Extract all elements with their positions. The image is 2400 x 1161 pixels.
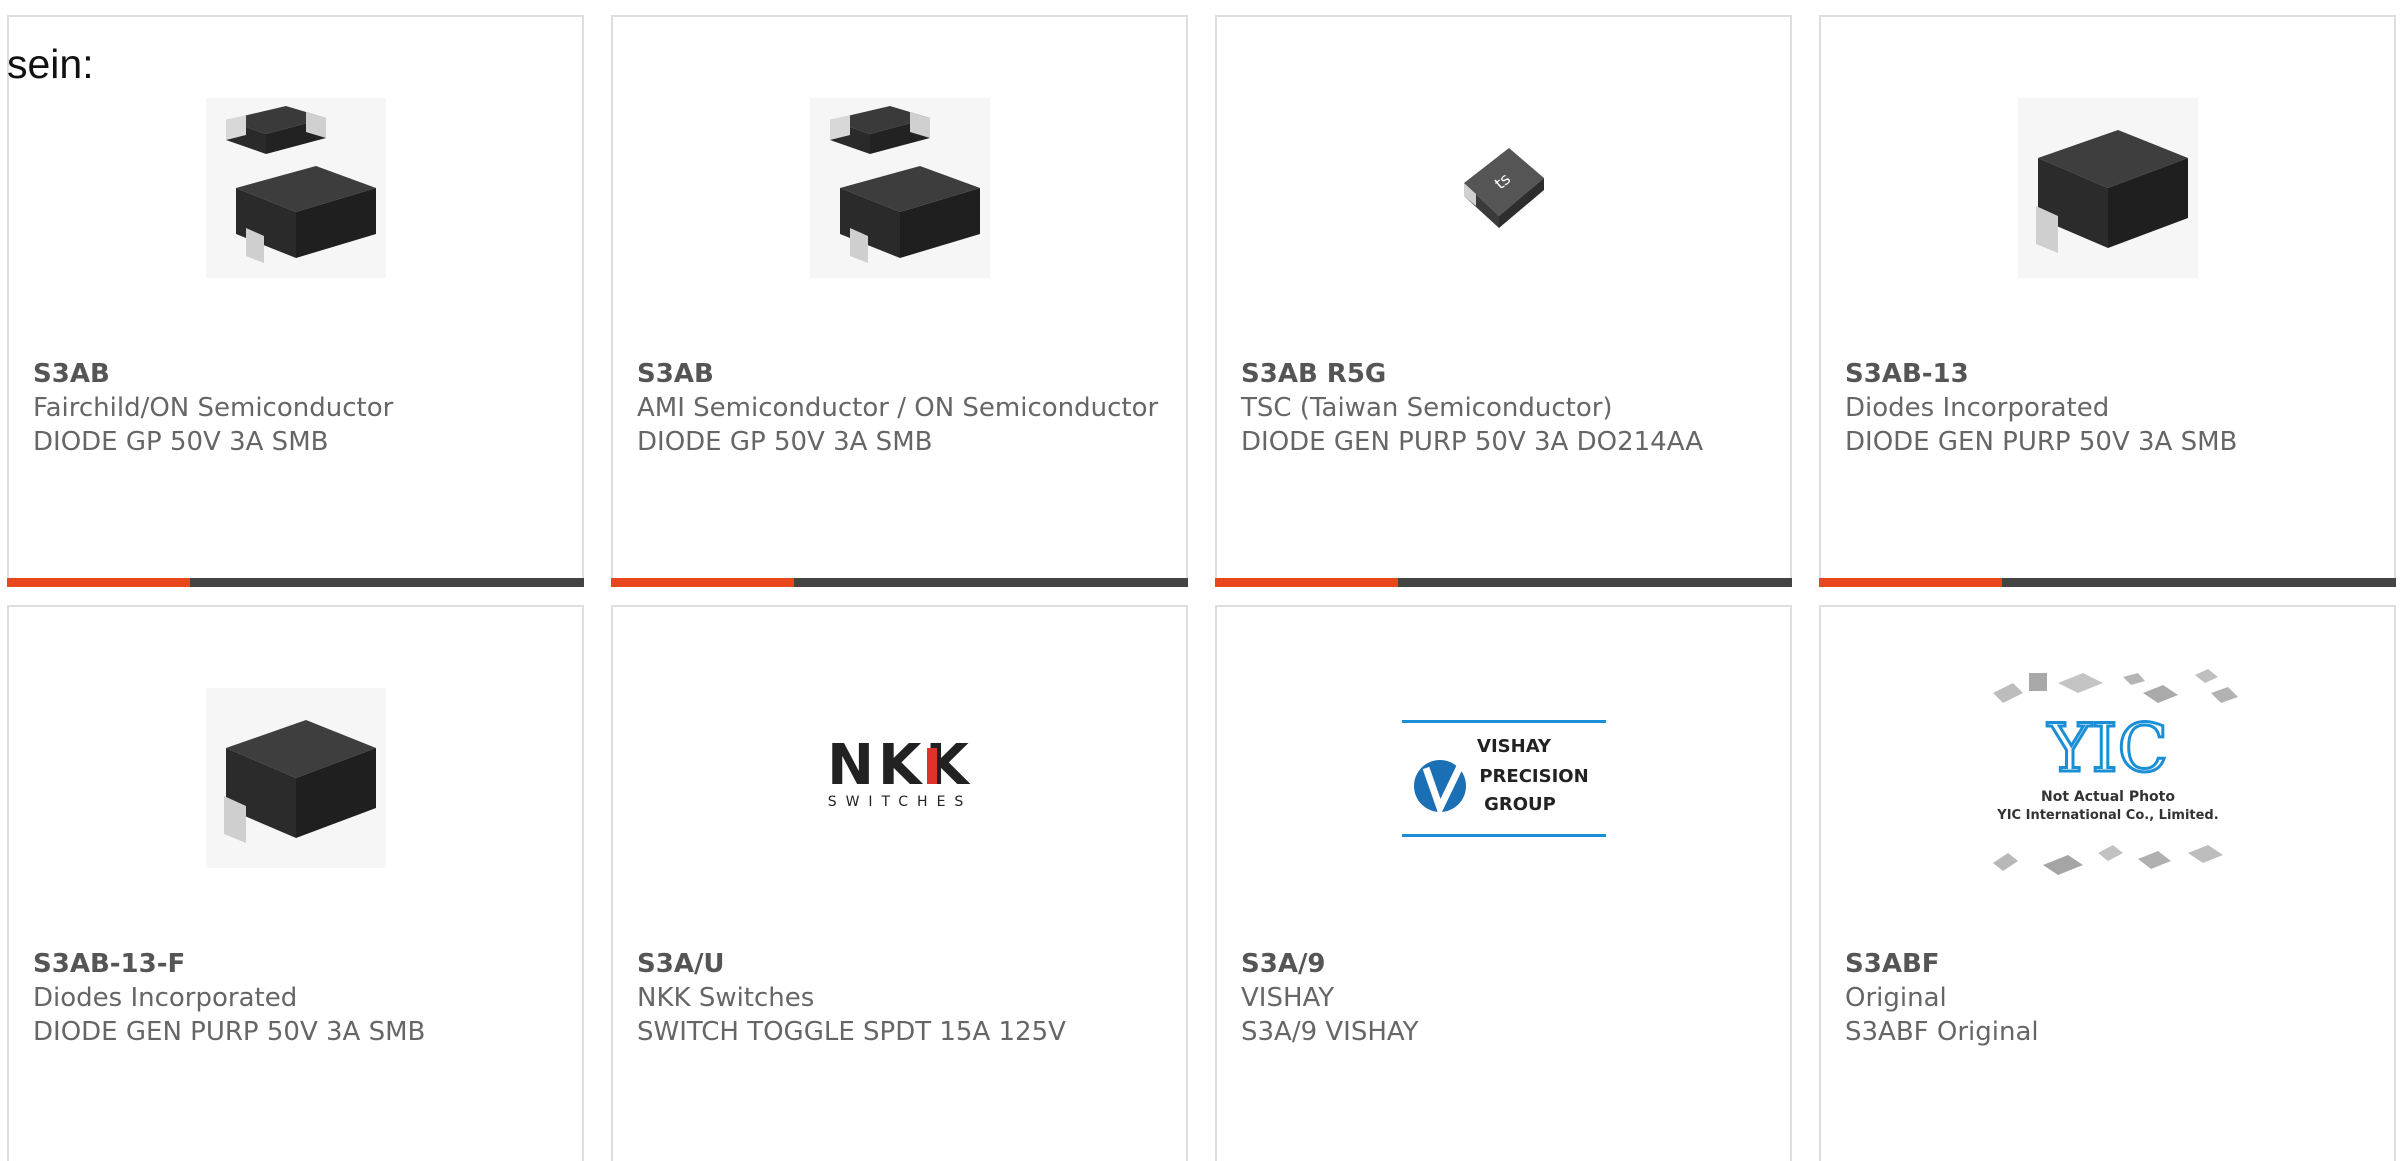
vishay-logo-line: GROUP <box>1484 794 1556 815</box>
manufacturer: AMI Semiconductor / ON Semiconductor <box>637 393 1159 423</box>
product-card[interactable]: S3AB-13-F Diodes Incorporated DIODE GEN … <box>7 605 584 1161</box>
manufacturer: NKK Switches <box>637 983 815 1013</box>
description: DIODE GEN PURP 50V 3A DO214AA <box>1241 427 1704 457</box>
description: DIODE GP 50V 3A SMB <box>637 427 933 457</box>
product-info: S3AB-13 Diodes Incorporated DIODE GEN PU… <box>1845 357 2370 459</box>
manufacturer: VISHAY <box>1241 983 1335 1013</box>
manufacturer: Diodes Incorporated <box>33 983 298 1013</box>
smb-diode-icon <box>205 688 386 868</box>
product-info: S3ABF Original S3ABF Original <box>1845 947 2370 1049</box>
yic-caption: Not Actual Photo <box>2041 789 2175 805</box>
card-bar-accent <box>7 578 190 587</box>
description: SWITCH TOGGLE SPDT 15A 125V <box>637 1017 1066 1047</box>
part-number[interactable]: S3ABF <box>1845 947 2370 981</box>
product-card[interactable]: S3AB Fairchild/ON Semiconductor DIODE GP… <box>7 15 584 587</box>
card-bar-accent <box>1215 578 1398 587</box>
product-card[interactable]: S3AB-13 Diodes Incorporated DIODE GEN PU… <box>1819 15 2396 587</box>
part-number[interactable]: S3A/9 <box>1241 947 1766 981</box>
manufacturer: Diodes Incorporated <box>1845 393 2110 423</box>
product-image <box>1821 57 2394 319</box>
part-number[interactable]: S3AB R5G <box>1241 357 1766 391</box>
product-info: S3A/U NKK Switches SWITCH TOGGLE SPDT 15… <box>637 947 1162 1049</box>
nkk-logo-icon: NKK SWITCHES <box>827 738 973 810</box>
product-info: S3AB R5G TSC (Taiwan Semiconductor) DIOD… <box>1241 357 1766 459</box>
product-image <box>9 647 582 909</box>
product-card[interactable]: NKK SWITCHES S3A/U NKK Switches SWITCH T… <box>611 605 1188 1161</box>
card-bar <box>1215 578 1792 587</box>
intro-text: sein: <box>7 41 94 87</box>
manufacturer: Fairchild/ON Semiconductor <box>33 393 394 423</box>
product-image <box>613 57 1186 319</box>
product-card[interactable]: VISHAY PRECISION GROUP S3A/9 VISHAY S3A/… <box>1215 605 1792 1161</box>
vishay-logo-line: VISHAY <box>1477 736 1552 757</box>
description: DIODE GEN PURP 50V 3A SMB <box>33 1017 426 1047</box>
description: S3A/9 VISHAY <box>1241 1017 1419 1047</box>
part-number[interactable]: S3AB-13-F <box>33 947 558 981</box>
manufacturer: TSC (Taiwan Semiconductor) <box>1241 393 1613 423</box>
description: DIODE GEN PURP 50V 3A SMB <box>1845 427 2238 457</box>
product-image <box>9 57 582 319</box>
description: S3ABF Original <box>1845 1017 2039 1047</box>
product-card[interactable]: ts S3AB R5G TSC (Taiwan Semiconductor) D… <box>1215 15 1792 587</box>
yic-caption: YIC International Co., Limited. <box>1996 808 2218 823</box>
product-results-page: sein: S3AB Fairchild/ON Semiconductor DI… <box>0 0 2400 1161</box>
product-info: S3A/9 VISHAY S3A/9 VISHAY <box>1241 947 1766 1049</box>
vishay-logo-icon: VISHAY PRECISION GROUP <box>1401 720 1606 837</box>
smb-diode-icon <box>2017 98 2198 278</box>
smb-diode-pair-icon <box>205 98 386 278</box>
part-number[interactable]: S3AB <box>637 357 1162 391</box>
yic-placeholder-icon: YIC Not Actual Photo YIC International C… <box>1992 669 2238 875</box>
part-number[interactable]: S3AB <box>33 357 558 391</box>
manufacturer: Original <box>1845 983 1947 1013</box>
card-bar <box>1819 578 2396 587</box>
tsc-diode-icon: ts <box>1463 148 1544 228</box>
card-bar <box>611 578 1188 587</box>
product-image: VISHAY PRECISION GROUP <box>1217 647 1790 909</box>
nkk-logo-text: NKK <box>827 738 973 798</box>
product-image: ts <box>1217 57 1790 319</box>
card-bar-accent <box>611 578 794 587</box>
product-image: YIC Not Actual Photo YIC International C… <box>1821 647 2394 909</box>
nkk-logo-subtext: SWITCHES <box>827 794 972 810</box>
yic-logo-text: YIC <box>2046 710 2167 787</box>
description: DIODE GP 50V 3A SMB <box>33 427 329 457</box>
product-info: S3AB AMI Semiconductor / ON Semiconducto… <box>637 357 1162 459</box>
smb-diode-pair-icon <box>809 98 990 278</box>
card-bar <box>7 578 584 587</box>
product-info: S3AB-13-F Diodes Incorporated DIODE GEN … <box>33 947 558 1049</box>
product-card[interactable]: YIC Not Actual Photo YIC International C… <box>1819 605 2396 1161</box>
card-bar-accent <box>1819 578 2002 587</box>
part-number[interactable]: S3A/U <box>637 947 1162 981</box>
product-info: S3AB Fairchild/ON Semiconductor DIODE GP… <box>33 357 558 459</box>
product-image: NKK SWITCHES <box>613 647 1186 909</box>
product-card[interactable]: S3AB AMI Semiconductor / ON Semiconducto… <box>611 15 1188 587</box>
vishay-logo-line: PRECISION <box>1479 766 1588 787</box>
part-number[interactable]: S3AB-13 <box>1845 357 2370 391</box>
